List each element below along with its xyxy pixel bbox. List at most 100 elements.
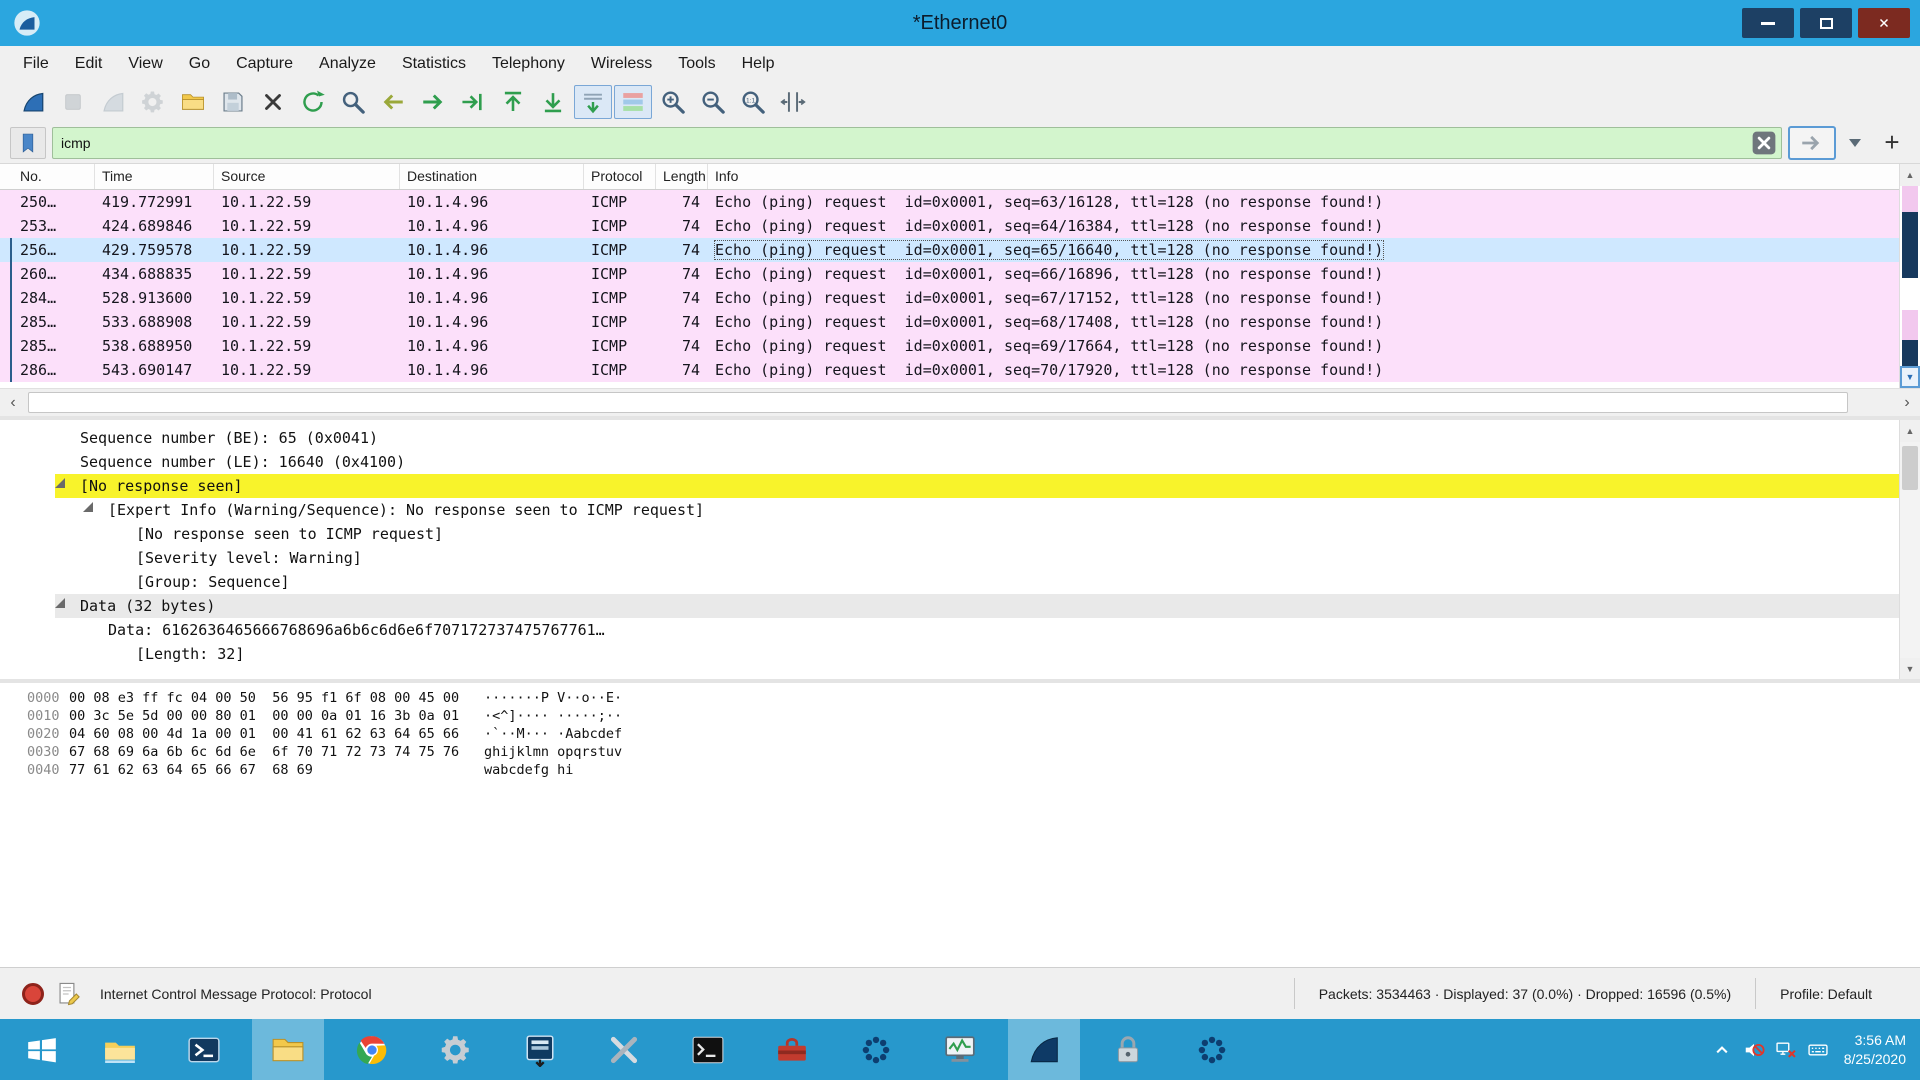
column-header-no[interactable]: No. (0, 164, 95, 189)
start-button[interactable] (0, 1019, 84, 1080)
minimize-button[interactable] (1742, 8, 1794, 38)
detail-line[interactable]: Sequence number (BE): 65 (0x0041) (0, 426, 1899, 450)
auto-scroll-button[interactable] (574, 85, 612, 119)
filter-bookmarks-button[interactable] (10, 127, 46, 159)
status-profile[interactable]: Profile: Default (1755, 978, 1906, 1009)
packet-row[interactable]: 286…543.69014710.1.22.5910.1.4.96ICMP74E… (0, 358, 1899, 382)
packet-row[interactable]: 285…533.68890810.1.22.5910.1.4.96ICMP74E… (0, 310, 1899, 334)
packet-row[interactable]: 253…424.68984610.1.22.5910.1.4.96ICMP74E… (0, 214, 1899, 238)
find-packet-button[interactable] (334, 85, 372, 119)
taskbar-chrome[interactable] (336, 1019, 408, 1080)
taskbar-server-tool[interactable] (504, 1019, 576, 1080)
menu-view[interactable]: View (115, 46, 175, 82)
close-button[interactable] (1858, 8, 1910, 38)
open-file-button[interactable] (174, 85, 212, 119)
menu-file[interactable]: File (10, 46, 62, 82)
hex-row[interactable]: 004077 61 62 63 64 65 66 67 68 69wabcdef… (0, 761, 1920, 779)
detail-line[interactable]: [Severity level: Warning] (0, 546, 1899, 570)
taskbar-admin-tools[interactable] (588, 1019, 660, 1080)
detail-line[interactable]: [Group: Sequence] (0, 570, 1899, 594)
column-header-source[interactable]: Source (214, 164, 400, 189)
taskbar-file-explorer[interactable] (84, 1019, 156, 1080)
expander-icon[interactable] (83, 502, 108, 518)
go-back-button[interactable] (374, 85, 412, 119)
taskbar-lock-app[interactable] (1092, 1019, 1164, 1080)
go-to-last-button[interactable] (534, 85, 572, 119)
close-file-button[interactable] (254, 85, 292, 119)
detail-line[interactable]: [Expert Info (Warning/Sequence): No resp… (0, 498, 1899, 522)
column-header-length[interactable]: Length (656, 164, 708, 189)
taskbar-command-prompt[interactable] (672, 1019, 744, 1080)
details-scroll-thumb[interactable] (1902, 446, 1918, 490)
taskbar-app-dots-left[interactable] (840, 1019, 912, 1080)
filter-apply-button[interactable] (1788, 126, 1836, 160)
tray-expand-button[interactable] (1706, 1019, 1738, 1080)
taskbar-clock[interactable]: 3:56 AM 8/25/2020 (1844, 1031, 1906, 1069)
filter-clear-button[interactable] (1751, 130, 1777, 156)
hex-row[interactable]: 003067 68 69 6a 6b 6c 6d 6e 6f 70 71 72 … (0, 743, 1920, 761)
detail-line[interactable]: Data: 6162636465666768696a6b6c6d6e6f7071… (0, 618, 1899, 642)
menu-go[interactable]: Go (176, 46, 223, 82)
expander-icon[interactable] (55, 598, 80, 614)
expert-info-button[interactable] (22, 983, 44, 1005)
detail-line[interactable]: [No response seen to ICMP request] (0, 522, 1899, 546)
filter-input[interactable]: icmp (52, 127, 1782, 159)
maximize-button[interactable] (1800, 8, 1852, 38)
packet-row[interactable]: 284…528.91360010.1.22.5910.1.4.96ICMP74E… (0, 286, 1899, 310)
hex-row[interactable]: 000000 08 e3 ff fc 04 00 50 56 95 f1 6f … (0, 689, 1920, 707)
details-scroll-up-button[interactable] (1900, 420, 1920, 442)
details-scroll-track[interactable] (1900, 442, 1920, 658)
hex-row[interactable]: 001000 3c 5e 5d 00 00 80 01 00 00 0a 01 … (0, 707, 1920, 725)
packet-row[interactable]: 256…429.75957810.1.22.5910.1.4.96ICMP74E… (0, 238, 1899, 262)
packet-list-vertical-scrollbar[interactable] (1899, 164, 1920, 388)
save-file-button[interactable] (214, 85, 252, 119)
resize-columns-button[interactable] (774, 85, 812, 119)
tray-volume-muted[interactable] (1738, 1019, 1770, 1080)
restart-capture-button[interactable] (94, 85, 132, 119)
start-capture-button[interactable] (14, 85, 52, 119)
taskbar-powershell[interactable] (168, 1019, 240, 1080)
scroll-right-button[interactable]: › (1894, 389, 1920, 417)
taskbar-folder-window[interactable] (252, 1019, 324, 1080)
scroll-up-button[interactable] (1900, 164, 1920, 186)
zoom-reset-button[interactable]: 1:1 (734, 85, 772, 119)
column-header-info[interactable]: Info (708, 164, 1899, 189)
column-header-protocol[interactable]: Protocol (584, 164, 656, 189)
go-to-first-button[interactable] (494, 85, 532, 119)
scroll-down-button[interactable] (1900, 366, 1920, 388)
zoom-in-button[interactable] (654, 85, 692, 119)
tray-network-error[interactable] (1770, 1019, 1802, 1080)
menu-analyze[interactable]: Analyze (306, 46, 389, 82)
menu-edit[interactable]: Edit (62, 46, 116, 82)
menu-tools[interactable]: Tools (665, 46, 728, 82)
filter-add-button[interactable]: + (1874, 126, 1910, 160)
reload-file-button[interactable] (294, 85, 332, 119)
colorize-packets-button[interactable] (614, 85, 652, 119)
taskbar-toolbox[interactable] (756, 1019, 828, 1080)
menu-wireless[interactable]: Wireless (578, 46, 665, 82)
capture-options-button[interactable] (134, 85, 172, 119)
menu-statistics[interactable]: Statistics (389, 46, 479, 82)
taskbar-performance-monitor[interactable] (924, 1019, 996, 1080)
detail-line[interactable]: [No response seen] (0, 474, 1899, 498)
menu-help[interactable]: Help (729, 46, 788, 82)
taskbar-app-dots-right[interactable] (1176, 1019, 1248, 1080)
column-header-time[interactable]: Time (95, 164, 214, 189)
expander-icon[interactable] (55, 478, 80, 494)
hex-row[interactable]: 002004 60 08 00 4d 1a 00 01 00 41 61 62 … (0, 725, 1920, 743)
capture-comment-button[interactable] (56, 981, 82, 1007)
scroll-left-button[interactable]: ‹ (0, 389, 26, 417)
hscroll-track[interactable] (26, 389, 1894, 416)
detail-line[interactable]: Sequence number (LE): 16640 (0x4100) (0, 450, 1899, 474)
detail-line[interactable]: [Length: 32] (0, 642, 1899, 666)
zoom-out-button[interactable] (694, 85, 732, 119)
column-header-destination[interactable]: Destination (400, 164, 584, 189)
details-scroll-down-button[interactable] (1900, 658, 1920, 680)
filter-dropdown-button[interactable] (1842, 126, 1868, 160)
menu-telephony[interactable]: Telephony (479, 46, 578, 82)
menu-capture[interactable]: Capture (223, 46, 306, 82)
packet-row[interactable]: 285…538.68895010.1.22.5910.1.4.96ICMP74E… (0, 334, 1899, 358)
go-to-packet-button[interactable] (454, 85, 492, 119)
hscroll-thumb[interactable] (28, 392, 1848, 413)
tray-keyboard[interactable] (1802, 1019, 1834, 1080)
